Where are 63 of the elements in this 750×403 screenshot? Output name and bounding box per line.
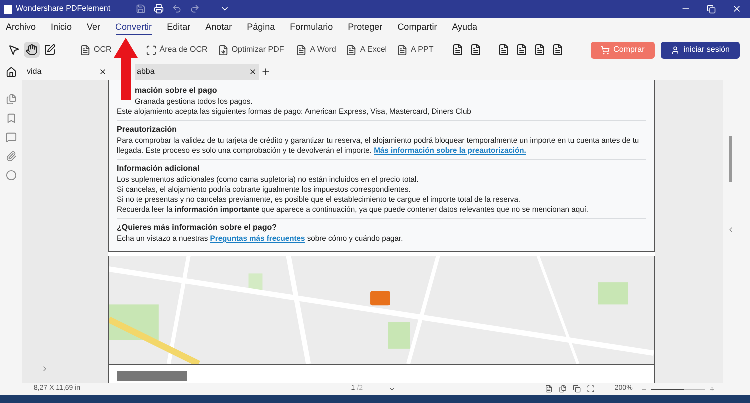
single-page-icon[interactable] xyxy=(544,385,553,393)
menu-tab[interactable]: Inicio xyxy=(51,20,72,34)
menu-tab[interactable]: Ver xyxy=(87,20,101,34)
convert-icon[interactable] xyxy=(516,44,528,56)
pages-icon[interactable] xyxy=(6,94,16,105)
ocr-icon xyxy=(80,44,91,56)
two-page-icon[interactable] xyxy=(572,385,581,393)
menu-tab[interactable]: Página xyxy=(247,20,276,34)
attachment-icon[interactable] xyxy=(6,151,16,162)
expand-icon[interactable] xyxy=(41,365,49,373)
toolbar-button[interactable]: A Word xyxy=(296,44,336,56)
menu-tab[interactable]: Ayuda xyxy=(452,20,478,34)
toolbar-button[interactable]: Optimizar PDF xyxy=(218,44,284,56)
convert-icon[interactable] xyxy=(534,44,546,56)
document-icon xyxy=(218,44,229,56)
toolbar-button[interactable]: Área de OCR xyxy=(146,44,208,56)
dropdown-icon[interactable] xyxy=(389,386,396,392)
cart-icon xyxy=(600,46,610,54)
document-tab[interactable]: abba xyxy=(135,64,259,80)
convert-icon[interactable] xyxy=(470,44,482,56)
section-heading: ¿Quieres más información sobre el pago? xyxy=(117,222,278,234)
document-icon xyxy=(397,44,408,56)
photo-placeholder xyxy=(117,371,187,381)
continuous-icon[interactable] xyxy=(558,385,567,393)
edit-tool-button[interactable] xyxy=(42,42,58,58)
document-icon xyxy=(296,44,308,56)
login-button[interactable]: iniciar sesión xyxy=(660,42,740,58)
close-tab-icon[interactable] xyxy=(249,68,257,76)
menu-tab[interactable]: Editar xyxy=(167,20,191,34)
scrollbar-thumb[interactable] xyxy=(729,136,732,182)
comment-icon[interactable] xyxy=(6,132,16,143)
zoom-in-icon[interactable] xyxy=(709,386,716,392)
convert-icon[interactable] xyxy=(552,44,564,56)
section-heading: Información adicional xyxy=(117,163,201,175)
window-title: Wondershare PDFelement xyxy=(16,3,112,15)
toolbar-button[interactable]: A Excel xyxy=(346,44,388,56)
menu-tab[interactable]: Archivo xyxy=(6,20,36,34)
convert-icon[interactable] xyxy=(452,44,464,56)
new-tab-icon[interactable] xyxy=(261,67,271,77)
home-icon[interactable] xyxy=(6,66,17,78)
print-icon[interactable] xyxy=(154,4,164,14)
hand-tool-button[interactable] xyxy=(24,42,40,58)
menu-tab[interactable]: Compartir xyxy=(398,20,438,34)
menu-tab[interactable]: Proteger xyxy=(348,20,383,34)
close-icon[interactable] xyxy=(732,4,742,14)
toolbar-button[interactable]: A PPT xyxy=(397,44,434,56)
scan-icon xyxy=(146,44,157,56)
toolbar-button[interactable]: OCR xyxy=(80,44,112,56)
close-tab-icon[interactable] xyxy=(99,68,107,76)
menu-tab[interactable]: Convertir xyxy=(116,20,152,34)
collapse-icon[interactable] xyxy=(727,226,735,234)
restore-icon[interactable] xyxy=(707,4,716,14)
section-heading: Preautorización xyxy=(117,124,178,136)
menu-tab[interactable]: Formulario xyxy=(290,20,334,34)
document-icon xyxy=(346,44,358,56)
app-logo-icon xyxy=(4,4,12,14)
user-icon xyxy=(670,46,680,54)
bookmark-icon[interactable] xyxy=(6,113,16,124)
document-tab[interactable]: vida xyxy=(25,64,109,80)
convert-icon[interactable] xyxy=(498,44,510,56)
circle-icon[interactable] xyxy=(6,170,16,181)
menu-tab[interactable]: Anotar xyxy=(206,20,232,34)
section-heading: mación sobre el pago xyxy=(134,85,218,97)
